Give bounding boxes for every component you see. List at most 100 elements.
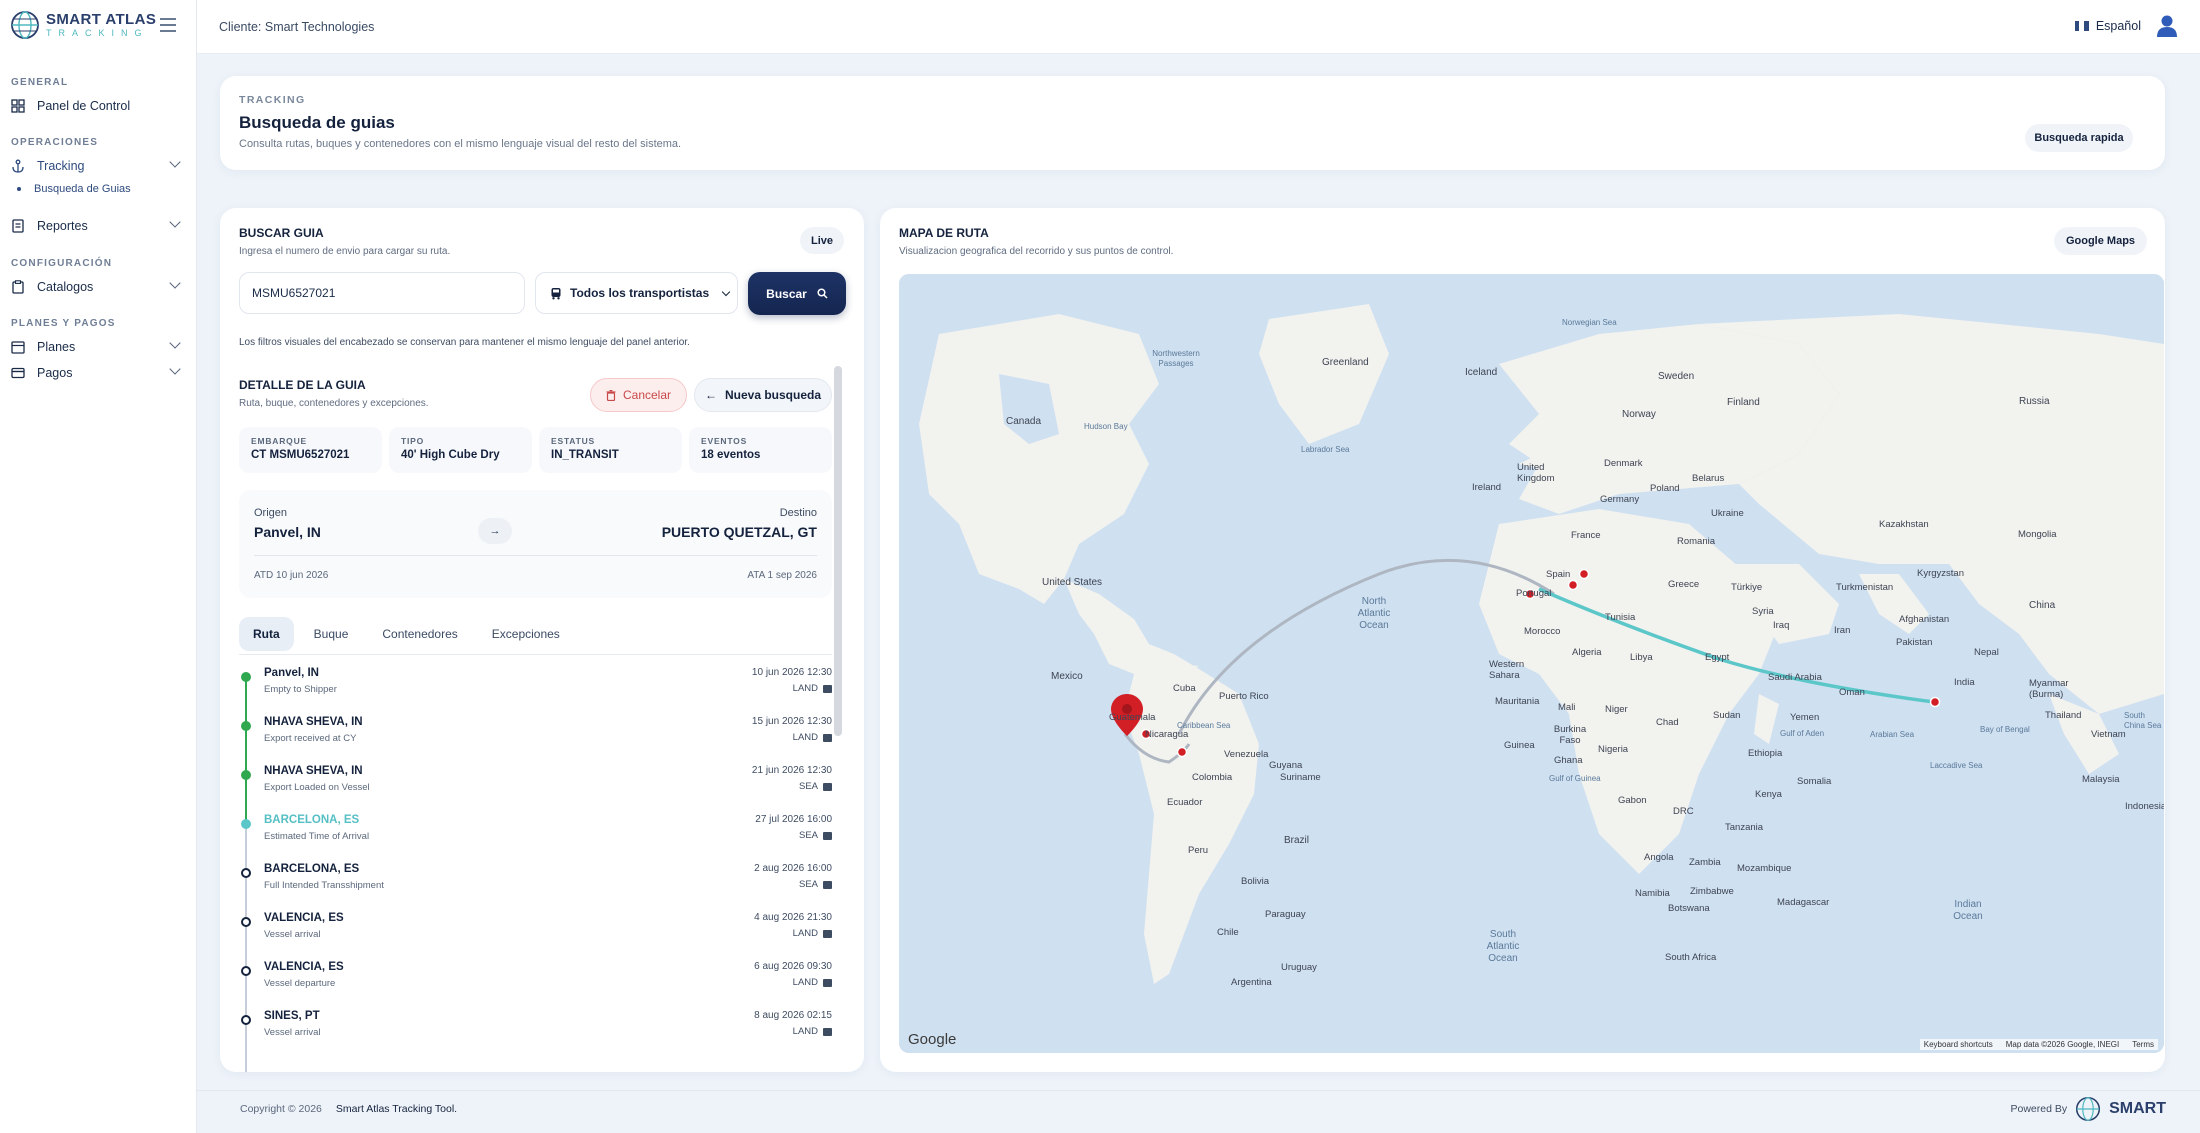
sidebar-item-label: Panel de Control (37, 99, 131, 113)
event-desc: Export received at CY (264, 733, 357, 744)
language-selector[interactable]: Español (2074, 19, 2141, 33)
map-label: Saudi Arabia (1768, 672, 1822, 683)
sidebar-item-tracking[interactable]: Tracking (11, 155, 181, 177)
map-label: Hudson Bay (1084, 422, 1128, 431)
map-panel: MAPA DE RUTA Visualizacion geografica de… (880, 208, 2165, 1072)
arrow-right-icon: → (478, 518, 512, 544)
carrier-select[interactable]: Todos los transportistas (535, 272, 738, 314)
event-mode: LAND (793, 683, 832, 694)
map-data-text: Map data ©2026 Google, INEGI (2005, 1040, 2120, 1049)
google-maps-button[interactable]: Google Maps (2054, 227, 2147, 255)
tab-contenedores[interactable]: Contenedores (368, 617, 471, 651)
map-label: Mali (1558, 702, 1576, 713)
map-label: Norwegian Sea (1562, 318, 1617, 327)
anchor-icon (12, 159, 24, 173)
list-item[interactable]: Panvel, IN Empty to Shipper 10 jun 2026 … (239, 663, 832, 712)
search-button[interactable]: Buscar (748, 272, 846, 315)
status-dot (241, 819, 251, 829)
truck-icon (823, 684, 832, 693)
map-label: Indian Ocean (1953, 899, 1983, 922)
event-desc: Vessel arrival (264, 1027, 321, 1038)
map-label: Somalia (1797, 776, 1832, 787)
map-label: Türkiye (1731, 582, 1763, 593)
tab-ruta[interactable]: Ruta (239, 616, 294, 651)
map-label: Bolivia (1241, 876, 1269, 887)
map-label: Ukraine (1711, 508, 1744, 519)
menu-toggle-icon[interactable] (160, 18, 176, 32)
event-date: 2 aug 2026 16:00 (754, 863, 832, 874)
map-label: Iraq (1773, 620, 1790, 631)
tab-excepciones[interactable]: Excepciones (478, 617, 574, 651)
kpi-estatus: ESTATUS IN_TRANSIT (539, 427, 682, 473)
cancel-button[interactable]: Cancelar (590, 378, 687, 412)
chevron-down-icon (721, 287, 731, 296)
kpi-label: ESTATUS (551, 436, 596, 446)
keyboard-shortcuts-link[interactable]: Keyboard shortcuts (1924, 1040, 1993, 1049)
event-mode: LAND (793, 732, 832, 743)
list-item[interactable]: SINES, PT Vessel arrival 8 aug 2026 02:1… (239, 1006, 832, 1055)
event-date: 6 aug 2026 09:30 (754, 961, 832, 972)
list-item[interactable]: NHAVA SHEVA, IN Export received at CY 15… (239, 712, 832, 761)
new-search-button[interactable]: ← Nueva busqueda (694, 378, 832, 412)
mode-label: SEA (798, 781, 818, 792)
map-label: Myanmar (Burma) (2029, 678, 2069, 700)
scrollbar[interactable] (834, 366, 842, 736)
event-city: VALENCIA, ES (264, 961, 344, 973)
live-badge[interactable]: Live (800, 227, 844, 254)
nav-section-general: GENERAL (11, 77, 69, 88)
map-label: Angola (1644, 852, 1674, 863)
map-label: Paraguay (1265, 909, 1306, 920)
bus-icon (551, 287, 561, 299)
map-label: Spain (1546, 569, 1571, 580)
tab-buque[interactable]: Buque (300, 617, 363, 651)
sidebar-subitem-busqueda[interactable]: Busqueda de Guias (17, 183, 131, 195)
map-label: Chad (1656, 717, 1679, 728)
map-label: Vietnam (2091, 729, 2126, 740)
carrier-select-value: Todos los transportistas (570, 286, 710, 300)
map-label: Namibia (1635, 888, 1670, 899)
map-label: Sweden (1658, 371, 1695, 382)
sidebar-item-catalogos[interactable]: Catalogos (11, 276, 181, 298)
list-item[interactable]: VALENCIA, ES Vessel arrival 4 aug 2026 2… (239, 908, 832, 957)
chevron-down-icon (169, 216, 181, 228)
sidebar-item-reportes[interactable]: Reportes (11, 215, 181, 237)
map-label: Portugal (1516, 588, 1552, 599)
kpi-value: CT MSMU6527021 (251, 449, 350, 461)
map-label: Chile (1217, 927, 1239, 938)
route-map[interactable]: Greenland Iceland Sweden Finland Norway … (899, 274, 2164, 1053)
list-item[interactable]: BARCELONA, ES Estimated Time of Arrival … (239, 810, 832, 859)
guide-search-input[interactable]: MSMU6527021 (239, 272, 525, 314)
event-city: SINES, PT (264, 1010, 320, 1022)
sidebar-item-planes[interactable]: Planes (11, 336, 181, 358)
sidebar-item-pagos[interactable]: Pagos (11, 362, 181, 384)
map-label: Botswana (1668, 903, 1710, 914)
list-item[interactable]: BARCELONA, ES Full Intended Transshipmen… (239, 859, 832, 908)
list-item[interactable]: NHAVA SHEVA, IN Export Loaded on Vessel … (239, 761, 832, 810)
list-item[interactable]: VALENCIA, ES Vessel departure 6 aug 2026… (239, 957, 832, 1006)
sidebar-item-panel[interactable]: Panel de Control (11, 95, 181, 117)
mode-label: LAND (792, 732, 818, 743)
terms-link[interactable]: Terms (2132, 1040, 2154, 1049)
event-date: 10 jun 2026 12:30 (751, 667, 832, 678)
event-mode: SEA (799, 781, 832, 792)
map-label: Poland (1650, 483, 1680, 494)
route-divider (254, 555, 817, 556)
search-panel: BUSCAR GUIA Ingresa el numero de envio p… (220, 208, 864, 1072)
nav-section-planes-pagos: PLANES Y PAGOS (11, 318, 116, 329)
map-attribution: Keyboard shortcuts Map data ©2026 Google… (1919, 1039, 2158, 1050)
detail-subtitle: Ruta, buque, contenedores y excepciones. (239, 398, 429, 409)
map-label: Indonesia (2125, 801, 2164, 812)
event-date: 8 aug 2026 02:15 (754, 1010, 832, 1021)
quick-search-button[interactable]: Busqueda rapida (2025, 124, 2133, 152)
input-value: MSMU6527021 (252, 286, 336, 300)
event-mode: LAND (793, 928, 832, 939)
map-label: Mozambique (1737, 863, 1792, 874)
user-icon[interactable] (2156, 14, 2178, 38)
detail-tabs: Ruta Buque Contenedores Excepciones (239, 613, 832, 655)
map-label: Mauritania (1495, 696, 1540, 707)
brand-logo[interactable]: SMART ATLAS TRACKING (10, 10, 156, 40)
page-subtitle: Consulta rutas, buques y contenedores co… (239, 138, 682, 150)
map-label: Egypt (1705, 652, 1730, 663)
flag-icon (2074, 21, 2089, 31)
kpi-value: 18 eventos (701, 449, 761, 461)
